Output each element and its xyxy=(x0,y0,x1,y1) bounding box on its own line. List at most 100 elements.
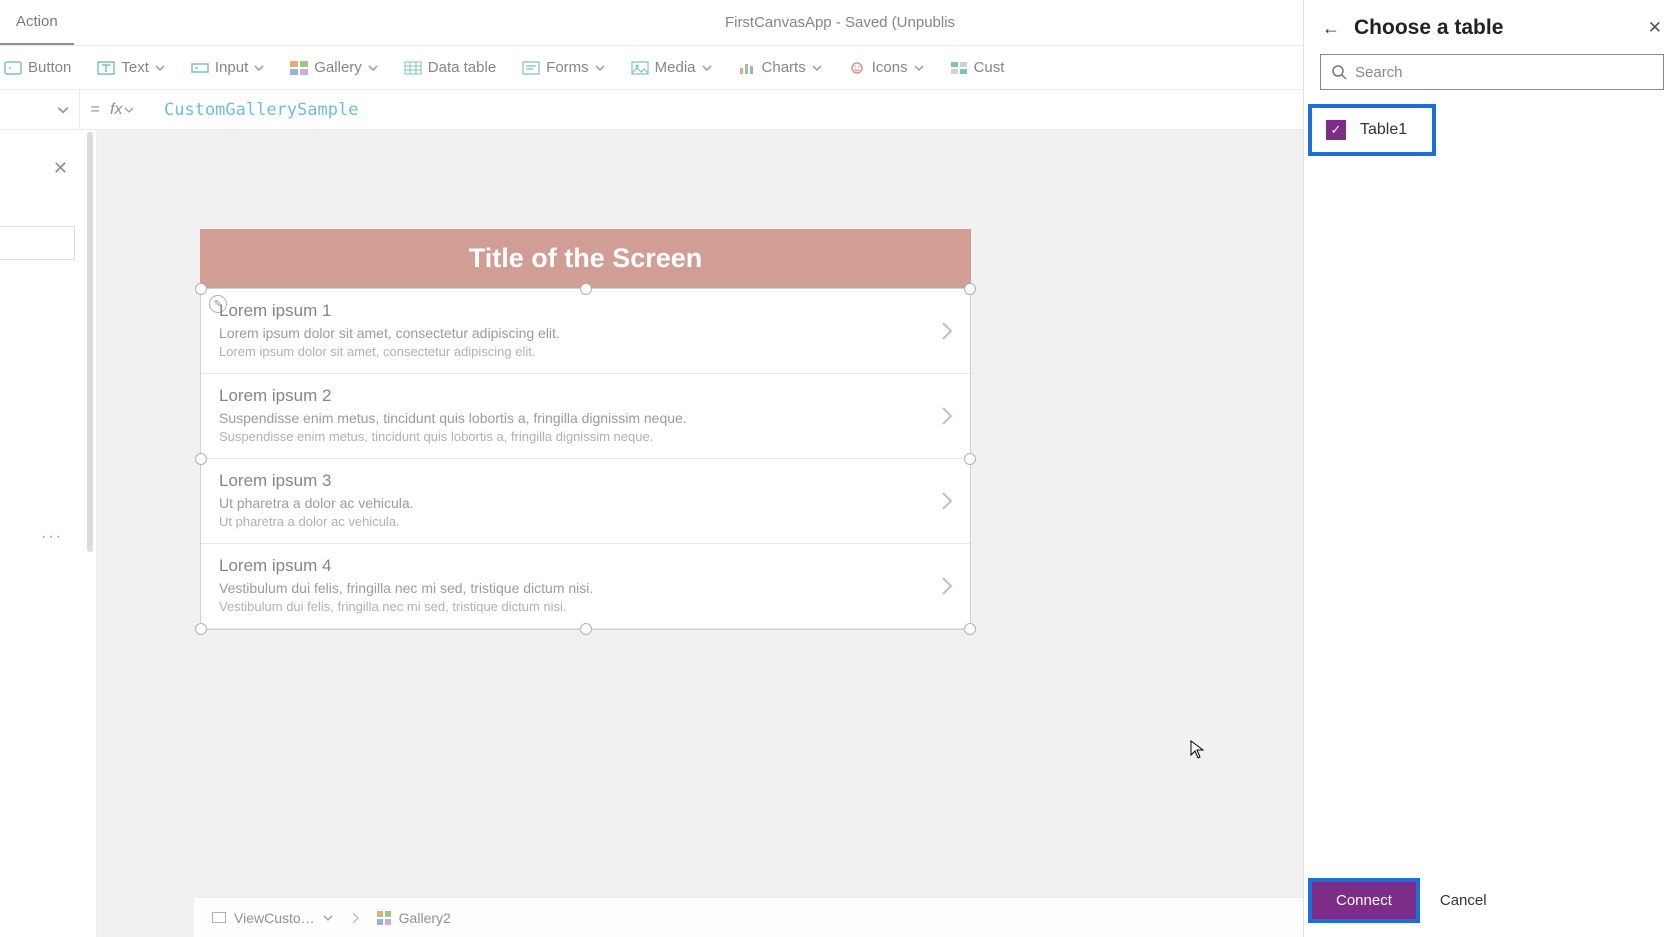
panel-title: Choose a table xyxy=(1354,16,1634,40)
chevron-down-icon xyxy=(323,913,333,923)
chevron-right-icon[interactable] xyxy=(940,490,954,512)
close-icon[interactable]: ✕ xyxy=(53,158,68,179)
chevron-down-icon xyxy=(812,63,822,73)
ribbon-datatable[interactable]: Data table xyxy=(404,59,496,77)
ribbon-label: Media xyxy=(655,59,696,76)
resize-handle[interactable] xyxy=(195,453,207,465)
panel-footer: Connect Cancel xyxy=(1304,878,1680,937)
item-subtitle: Lorem ipsum dolor sit amet, consectetur … xyxy=(219,325,952,341)
item-subtitle: Vestibulum dui felis, fringilla nec mi s… xyxy=(219,580,952,596)
gallery-item[interactable]: Lorem ipsum 1 Lorem ipsum dolor sit amet… xyxy=(201,289,970,374)
ribbon-charts[interactable]: Charts xyxy=(738,59,822,77)
custom-icon xyxy=(950,59,968,77)
chevron-right-icon[interactable] xyxy=(940,320,954,342)
item-title: Lorem ipsum 1 xyxy=(219,301,952,321)
app-screen[interactable]: Title of the Screen ✎ Lorem ipsum 1 Lore… xyxy=(200,229,971,630)
search-input[interactable] xyxy=(1355,64,1653,81)
ribbon-label: Forms xyxy=(546,59,589,76)
ribbon-text[interactable]: Text xyxy=(97,59,165,77)
ribbon-label: Cust xyxy=(974,59,1005,76)
close-icon[interactable]: ✕ xyxy=(1648,18,1662,38)
table-row[interactable]: ✓ Table1 xyxy=(1308,104,1436,156)
resize-handle[interactable] xyxy=(964,623,976,635)
breadcrumb-screen[interactable]: ViewCusto… xyxy=(212,910,333,926)
item-subtitle: Suspendisse enim metus, tincidunt quis l… xyxy=(219,410,952,426)
ribbon-label: Charts xyxy=(762,59,806,76)
breadcrumb-label: ViewCusto… xyxy=(234,910,315,926)
checkbox-checked-icon[interactable]: ✓ xyxy=(1326,120,1346,140)
media-icon xyxy=(631,59,649,77)
gallery-selection[interactable]: ✎ Lorem ipsum 1 Lorem ipsum dolor sit am… xyxy=(200,288,971,630)
scrollbar[interactable] xyxy=(87,132,93,552)
text-icon xyxy=(97,59,115,77)
fx-button[interactable]: fx xyxy=(110,101,150,119)
tree-view-pane: ✕ ··· xyxy=(0,130,97,937)
table-list: ✓ Table1 xyxy=(1304,104,1680,878)
fx-label: fx xyxy=(110,101,122,119)
forms-icon xyxy=(522,59,540,77)
ribbon-icons[interactable]: Icons xyxy=(848,59,924,77)
tree-search-input[interactable] xyxy=(0,226,75,260)
back-icon[interactable]: ← xyxy=(1322,18,1340,39)
equals-label: = xyxy=(80,101,110,119)
search-icon xyxy=(1331,64,1347,80)
ribbon-gallery[interactable]: Gallery xyxy=(290,59,378,77)
gallery-icon xyxy=(290,59,308,77)
screen-title-bar: Title of the Screen xyxy=(200,229,971,288)
breadcrumb-gallery[interactable]: Gallery2 xyxy=(377,910,451,926)
ribbon-label: Data table xyxy=(428,59,496,76)
ribbon-label: Icons xyxy=(872,59,908,76)
choose-table-panel: ← Choose a table ✕ ✓ Table1 Connect Canc… xyxy=(1303,0,1680,937)
chevron-down-icon xyxy=(155,63,165,73)
icons-icon xyxy=(848,59,866,77)
resize-handle[interactable] xyxy=(580,283,592,295)
gallery-item[interactable]: Lorem ipsum 4 Vestibulum dui felis, frin… xyxy=(201,544,970,629)
connect-button[interactable]: Connect xyxy=(1312,882,1416,919)
ribbon-label: Text xyxy=(121,59,149,76)
item-subtitle: Ut pharetra a dolor ac vehicula. xyxy=(219,495,952,511)
panel-header: ← Choose a table ✕ xyxy=(1304,0,1680,50)
chevron-right-icon[interactable] xyxy=(940,575,954,597)
resize-handle[interactable] xyxy=(195,283,207,295)
ribbon-button[interactable]: Button xyxy=(4,59,71,77)
ribbon-forms[interactable]: Forms xyxy=(522,59,605,77)
chevron-down-icon xyxy=(702,63,712,73)
chevron-down-icon xyxy=(124,105,134,115)
item-body: Lorem ipsum dolor sit amet, consectetur … xyxy=(219,344,952,359)
resize-handle[interactable] xyxy=(195,623,207,635)
tab-action[interactable]: Action xyxy=(0,0,74,45)
resize-handle[interactable] xyxy=(580,623,592,635)
ribbon-label: Input xyxy=(215,59,248,76)
item-title: Lorem ipsum 2 xyxy=(219,386,952,406)
charts-icon xyxy=(738,59,756,77)
screen-icon xyxy=(212,912,226,923)
chevron-right-icon xyxy=(351,912,359,924)
chevron-down-icon xyxy=(368,63,378,73)
item-body: Suspendisse enim metus, tincidunt quis l… xyxy=(219,429,952,444)
chevron-down-icon xyxy=(595,63,605,73)
more-icon[interactable]: ··· xyxy=(41,528,63,546)
gallery-item[interactable]: Lorem ipsum 3 Ut pharetra a dolor ac veh… xyxy=(201,459,970,544)
input-icon xyxy=(191,59,209,77)
item-title: Lorem ipsum 4 xyxy=(219,556,952,576)
resize-handle[interactable] xyxy=(964,283,976,295)
property-dropdown[interactable] xyxy=(0,90,80,129)
gallery-item[interactable]: Lorem ipsum 2 Suspendisse enim metus, ti… xyxy=(201,374,970,459)
ribbon-label: Gallery xyxy=(314,59,362,76)
cancel-button[interactable]: Cancel xyxy=(1440,892,1487,909)
chevron-down-icon xyxy=(57,104,69,116)
ribbon-custom[interactable]: Cust xyxy=(950,59,1005,77)
table-name: Table1 xyxy=(1360,121,1407,139)
item-title: Lorem ipsum 3 xyxy=(219,471,952,491)
ribbon-media[interactable]: Media xyxy=(631,59,712,77)
connect-highlight: Connect xyxy=(1308,878,1420,923)
gallery-icon xyxy=(377,911,391,925)
item-body: Ut pharetra a dolor ac vehicula. xyxy=(219,514,952,529)
panel-search[interactable] xyxy=(1320,54,1664,90)
ribbon-label: Button xyxy=(28,59,71,76)
chevron-right-icon[interactable] xyxy=(940,405,954,427)
ribbon-input[interactable]: Input xyxy=(191,59,264,77)
button-icon xyxy=(4,59,22,77)
datatable-icon xyxy=(404,59,422,77)
resize-handle[interactable] xyxy=(964,453,976,465)
